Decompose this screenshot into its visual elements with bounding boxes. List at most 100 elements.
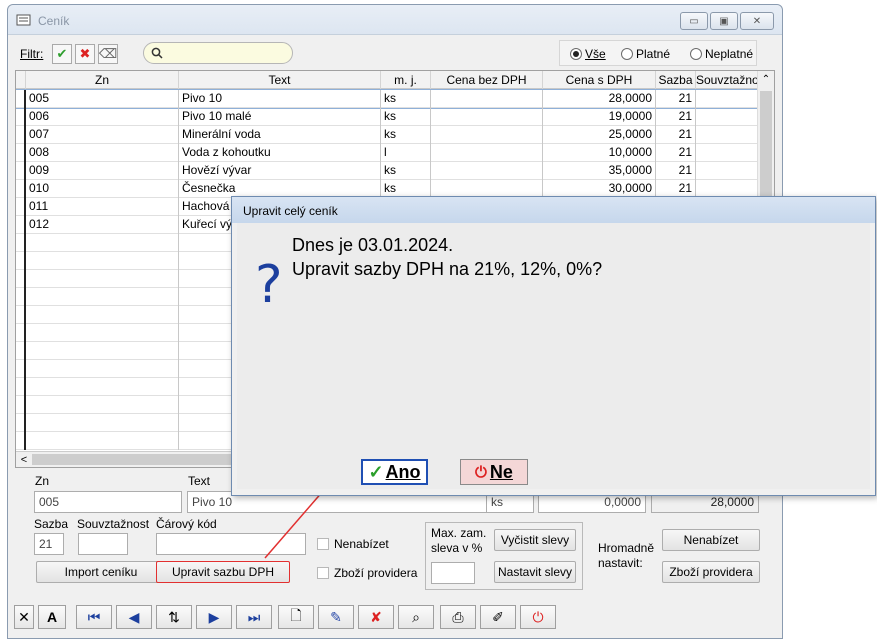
table-cell[interactable]: 21 (656, 126, 696, 144)
maximize-button[interactable]: ▣ (710, 12, 738, 30)
edit-record-icon[interactable]: ✎ (318, 605, 354, 629)
bulk-not-offered-button[interactable]: Nenabízet (662, 529, 760, 551)
update-vat-rate-button[interactable]: Upravit sazbu DPH (156, 561, 290, 583)
table-cell[interactable]: 21 (656, 162, 696, 180)
sort-icon[interactable]: ⇅ (156, 605, 192, 629)
text-label: Text (188, 474, 211, 488)
table-cell[interactable]: 21 (656, 144, 696, 162)
filter-clear-button[interactable]: ⌫ (98, 44, 118, 64)
table-cell[interactable]: 012 (26, 216, 179, 234)
table-cell[interactable]: 28,0000 (543, 90, 656, 108)
col-text[interactable]: Text (179, 71, 381, 89)
clear-discounts-button[interactable]: Vyčistit slevy (494, 529, 576, 551)
provider-goods-checkbox[interactable]: Zboží providera (317, 566, 417, 580)
previous-record-icon[interactable]: ◀ (116, 605, 152, 629)
radio-valid[interactable]: Platné (621, 47, 670, 61)
table-cell[interactable]: ks (381, 90, 431, 108)
barcode-label: Čárový kód (156, 517, 217, 531)
power-off-icon[interactable]: ⏻ (520, 605, 556, 629)
table-cell[interactable] (696, 108, 758, 126)
table-cell[interactable] (431, 90, 543, 108)
col-rate[interactable]: Sazba (656, 71, 696, 89)
col-price-without-vat[interactable]: Cena bez DPH (431, 71, 543, 89)
table-cell[interactable]: ks (381, 108, 431, 126)
table-cell[interactable]: Pivo 10 (179, 90, 381, 108)
font-size-icon[interactable]: A (38, 605, 66, 629)
table-row[interactable]: 007 Minerální voda ks 25,0000 21 (16, 126, 758, 144)
table-cell[interactable]: l (381, 144, 431, 162)
search-icon (151, 47, 163, 59)
radio-invalid[interactable]: Neplatné (690, 47, 753, 61)
table-cell[interactable]: Pivo 10 malé (179, 108, 381, 126)
table-cell[interactable]: 21 (656, 90, 696, 108)
first-record-icon[interactable]: ⏮ (76, 605, 112, 629)
table-row[interactable]: 005 Pivo 10 ks 28,0000 21 (16, 89, 759, 109)
set-discounts-button[interactable]: Nastavit slevy (494, 561, 576, 583)
col-price-with-vat[interactable]: Cena s DPH (543, 71, 656, 89)
table-cell[interactable]: 19,0000 (543, 108, 656, 126)
table-cell[interactable]: 011 (26, 198, 179, 216)
table-row[interactable]: 008 Voda z kohoutku l 10,0000 21 (16, 144, 758, 162)
scroll-thumb[interactable] (760, 91, 772, 211)
minimize-button[interactable]: ▭ (680, 12, 708, 30)
table-cell[interactable]: 005 (26, 90, 179, 108)
filter-confirm-button[interactable]: ✔ (52, 44, 72, 64)
dialog-body: ? Dnes je 03.01.2024. Upravit sazby DPH … (237, 223, 870, 489)
col-zn[interactable]: Zn (26, 71, 179, 89)
scroll-left-arrow[interactable]: < (18, 453, 30, 467)
table-cell[interactable]: 10,0000 (543, 144, 656, 162)
filter-cancel-button[interactable]: ✖ (75, 44, 95, 64)
table-cell[interactable]: 008 (26, 144, 179, 162)
grid-header: Zn Text m. j. Cena bez DPH Cena s DPH Sa… (16, 71, 774, 89)
zn-field[interactable]: 005 (34, 491, 182, 513)
print-icon[interactable]: ⎙ (440, 605, 476, 629)
table-cell[interactable]: 010 (26, 180, 179, 198)
rate-field[interactable]: 21 (34, 533, 64, 555)
yes-button[interactable]: ✓ Ano (361, 459, 428, 485)
table-row[interactable]: 009 Hovězí vývar ks 35,0000 21 (16, 162, 758, 180)
table-cell[interactable]: Voda z kohoutku (179, 144, 381, 162)
radio-all[interactable]: Vše (570, 47, 606, 61)
not-offered-checkbox[interactable]: Nenabízet (317, 537, 389, 551)
table-cell[interactable] (431, 162, 543, 180)
next-record-icon[interactable]: ▶ (196, 605, 232, 629)
row-indicator (16, 108, 26, 126)
table-cell[interactable] (696, 126, 758, 144)
import-pricelist-button[interactable]: Import ceníku (36, 561, 166, 583)
col-mj[interactable]: m. j. (381, 71, 431, 89)
table-cell[interactable]: Hovězí vývar (179, 162, 381, 180)
table-row[interactable]: 006 Pivo 10 malé ks 19,0000 21 (16, 108, 758, 126)
table-cell[interactable]: 009 (26, 162, 179, 180)
table-cell[interactable] (696, 90, 758, 108)
last-record-icon[interactable]: ⏭ (236, 605, 272, 629)
table-cell[interactable]: 007 (26, 126, 179, 144)
table-cell[interactable]: 21 (656, 108, 696, 126)
find-icon[interactable]: ⌕ (398, 605, 434, 629)
barcode-field[interactable] (156, 533, 306, 555)
tools-icon[interactable]: ✐ (480, 605, 516, 629)
table-cell[interactable]: 35,0000 (543, 162, 656, 180)
table-cell[interactable] (431, 144, 543, 162)
no-button[interactable]: ⏻ Ne (460, 459, 528, 485)
table-cell[interactable]: ks (381, 126, 431, 144)
col-correlation[interactable]: Souvztažno (696, 71, 758, 89)
search-input[interactable] (143, 42, 293, 64)
scroll-thumb-horizontal[interactable] (32, 454, 242, 465)
close-icon[interactable]: ✕ (14, 605, 34, 629)
scroll-up-arrow[interactable]: ⌃ (758, 71, 774, 89)
table-cell[interactable]: Minerální voda (179, 126, 381, 144)
close-button[interactable]: ✕ (740, 12, 774, 30)
correlation-field[interactable] (78, 533, 128, 555)
table-cell[interactable]: ks (381, 162, 431, 180)
update-pricelist-dialog: Upravit celý ceník ? Dnes je 03.01.2024.… (231, 196, 876, 496)
table-cell[interactable] (696, 144, 758, 162)
bulk-provider-goods-button[interactable]: Zboží providera (662, 561, 760, 583)
max-discount-field[interactable] (431, 562, 475, 584)
new-record-icon[interactable]: 🗋 (278, 605, 314, 629)
table-cell[interactable] (431, 108, 543, 126)
table-cell[interactable] (696, 162, 758, 180)
table-cell[interactable]: 25,0000 (543, 126, 656, 144)
table-cell[interactable]: 006 (26, 108, 179, 126)
table-cell[interactable] (431, 126, 543, 144)
delete-record-icon[interactable]: ✘ (358, 605, 394, 629)
